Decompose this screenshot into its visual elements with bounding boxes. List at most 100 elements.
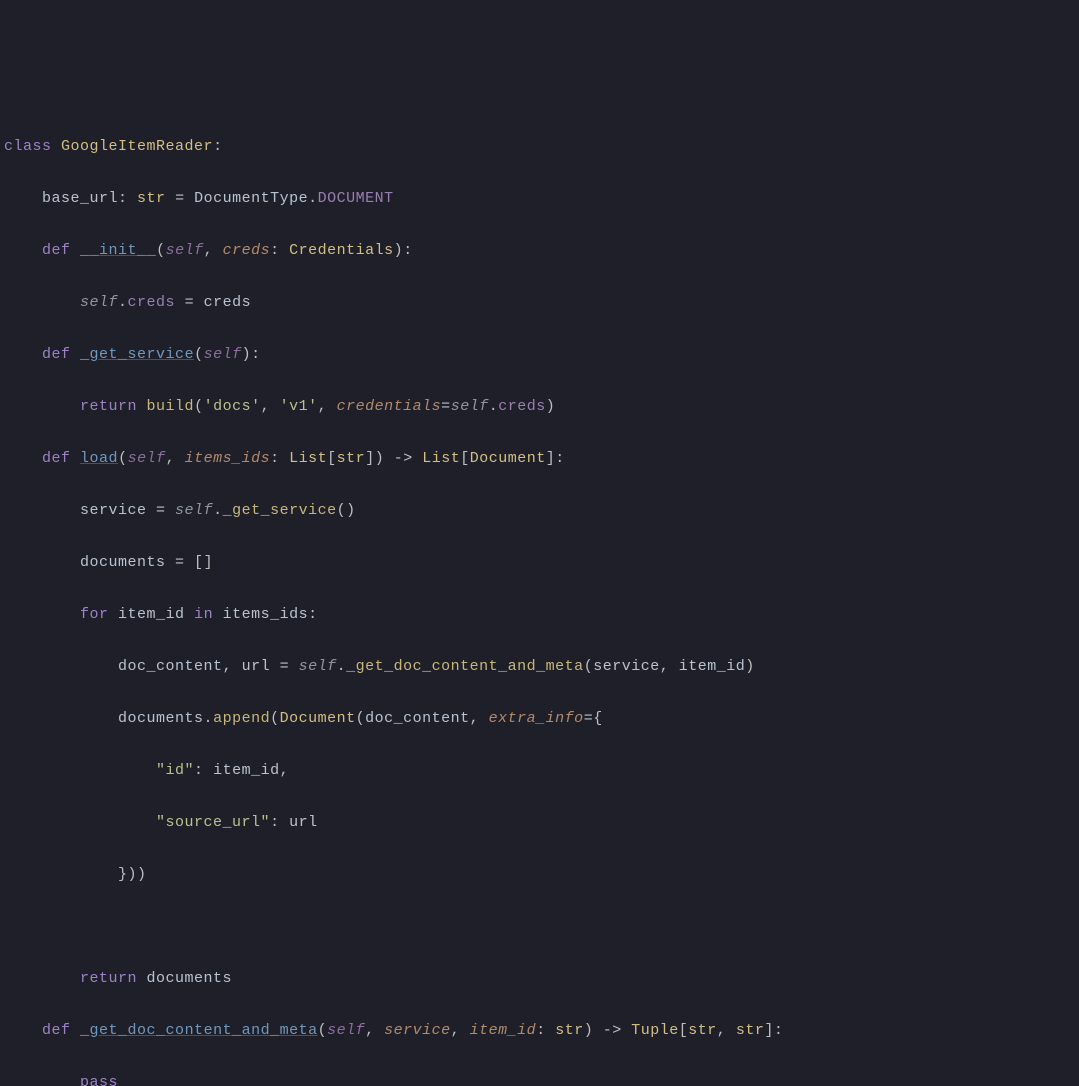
self: self — [451, 398, 489, 415]
comma: , — [223, 658, 242, 675]
keyword-def: def — [42, 242, 71, 259]
rbracket: ] — [365, 450, 375, 467]
lparen: ( — [356, 710, 366, 727]
code-line-17: return documents — [0, 966, 1079, 992]
type-list: List — [289, 450, 327, 467]
dot: . — [213, 502, 223, 519]
obj: DocumentType — [194, 190, 308, 207]
param-creds: creds — [223, 242, 271, 259]
key-id: "id" — [156, 762, 194, 779]
var-url: url — [242, 658, 271, 675]
kwarg-extra-info: extra_info — [489, 710, 584, 727]
arrow: -> — [384, 450, 422, 467]
keyword-def: def — [42, 346, 71, 363]
rbracket: ] — [764, 1022, 774, 1039]
colon: : — [118, 190, 137, 207]
code-editor[interactable]: class GoogleItemReader: base_url: str = … — [0, 108, 1079, 1086]
comma: , — [261, 398, 280, 415]
attr-name: base_url — [42, 190, 118, 207]
code-line-12: documents.append(Document(doc_content, e… — [0, 706, 1079, 732]
class-name: GoogleItemReader — [61, 138, 213, 155]
code-line-6: return build('docs', 'v1', credentials=s… — [0, 394, 1079, 420]
rparen: ) — [745, 658, 755, 675]
equals: = — [270, 658, 299, 675]
kwarg-credentials: credentials — [337, 398, 442, 415]
attr-creds: creds — [498, 398, 546, 415]
var-items-ids: items_ids — [223, 606, 309, 623]
colon: : — [213, 138, 223, 155]
var-creds: creds — [204, 294, 252, 311]
val-item-id: item_id — [213, 762, 280, 779]
lbracket: [ — [194, 554, 204, 571]
inner-str2: str — [736, 1022, 765, 1039]
comma: , — [204, 242, 223, 259]
colon: : — [194, 762, 213, 779]
code-line-16 — [0, 914, 1079, 940]
keyword-def: def — [42, 450, 71, 467]
colon: : — [774, 1022, 784, 1039]
param-service: service — [384, 1022, 451, 1039]
str-v1: 'v1' — [280, 398, 318, 415]
colon: : — [270, 814, 289, 831]
const: DOCUMENT — [318, 190, 394, 207]
dot: . — [489, 398, 499, 415]
code-line-8: service = self._get_service() — [0, 498, 1079, 524]
rparen: ) — [346, 502, 356, 519]
lbracket: [ — [460, 450, 470, 467]
comma: , — [470, 710, 489, 727]
lparen: ( — [194, 346, 204, 363]
class-document: Document — [280, 710, 356, 727]
colon: : — [536, 1022, 555, 1039]
rparen: ) — [375, 450, 385, 467]
equals: = — [166, 554, 195, 571]
keyword-for: for — [80, 606, 109, 623]
comma: , — [280, 762, 290, 779]
ret-type-tuple: Tuple — [631, 1022, 679, 1039]
var-doc-content: doc_content — [118, 658, 223, 675]
equals: = — [147, 502, 176, 519]
arg-doc-content: doc_content — [365, 710, 470, 727]
lparen: ( — [318, 1022, 328, 1039]
call-get-service: _get_service — [223, 502, 337, 519]
colon: : — [308, 606, 318, 623]
rparen: ) — [394, 242, 404, 259]
dot: . — [308, 190, 318, 207]
code-line-18: def _get_doc_content_and_meta(self, serv… — [0, 1018, 1079, 1044]
equals: = — [584, 710, 594, 727]
code-line-5: def _get_service(self): — [0, 342, 1079, 368]
code-line-7: def load(self, items_ids: List[str]) -> … — [0, 446, 1079, 472]
arg-service: service — [593, 658, 660, 675]
keyword-in: in — [194, 606, 213, 623]
lparen: ( — [156, 242, 166, 259]
param-self: self — [128, 450, 166, 467]
keyword-return: return — [80, 970, 137, 987]
equals: = — [166, 190, 195, 207]
inner-str1: str — [688, 1022, 717, 1039]
func-get-doc-content-and-meta: _get_doc_content_and_meta — [80, 1022, 318, 1039]
code-line-1: class GoogleItemReader: — [0, 134, 1079, 160]
param-self: self — [327, 1022, 365, 1039]
self: self — [175, 502, 213, 519]
code-line-14: "source_url": url — [0, 810, 1079, 836]
code-line-2: base_url: str = DocumentType.DOCUMENT — [0, 186, 1079, 212]
type-str: str — [137, 190, 166, 207]
var-documents: documents — [80, 554, 166, 571]
lparen: ( — [118, 450, 128, 467]
keyword-return: return — [80, 398, 137, 415]
comma: , — [166, 450, 185, 467]
key-source-url: "source_url" — [156, 814, 270, 831]
code-line-3: def __init__(self, creds: Credentials): — [0, 238, 1079, 264]
code-line-4: self.creds = creds — [0, 290, 1079, 316]
param-self: self — [204, 346, 242, 363]
rbracket: ] — [204, 554, 214, 571]
str-docs: 'docs' — [204, 398, 261, 415]
comma: , — [318, 398, 337, 415]
blank-line — [4, 918, 14, 935]
param-items-ids: items_ids — [185, 450, 271, 467]
colon: : — [403, 242, 413, 259]
dot: . — [204, 710, 214, 727]
equals: = — [175, 294, 204, 311]
lparen: ( — [337, 502, 347, 519]
var-documents: documents — [147, 970, 233, 987]
dot: . — [337, 658, 347, 675]
